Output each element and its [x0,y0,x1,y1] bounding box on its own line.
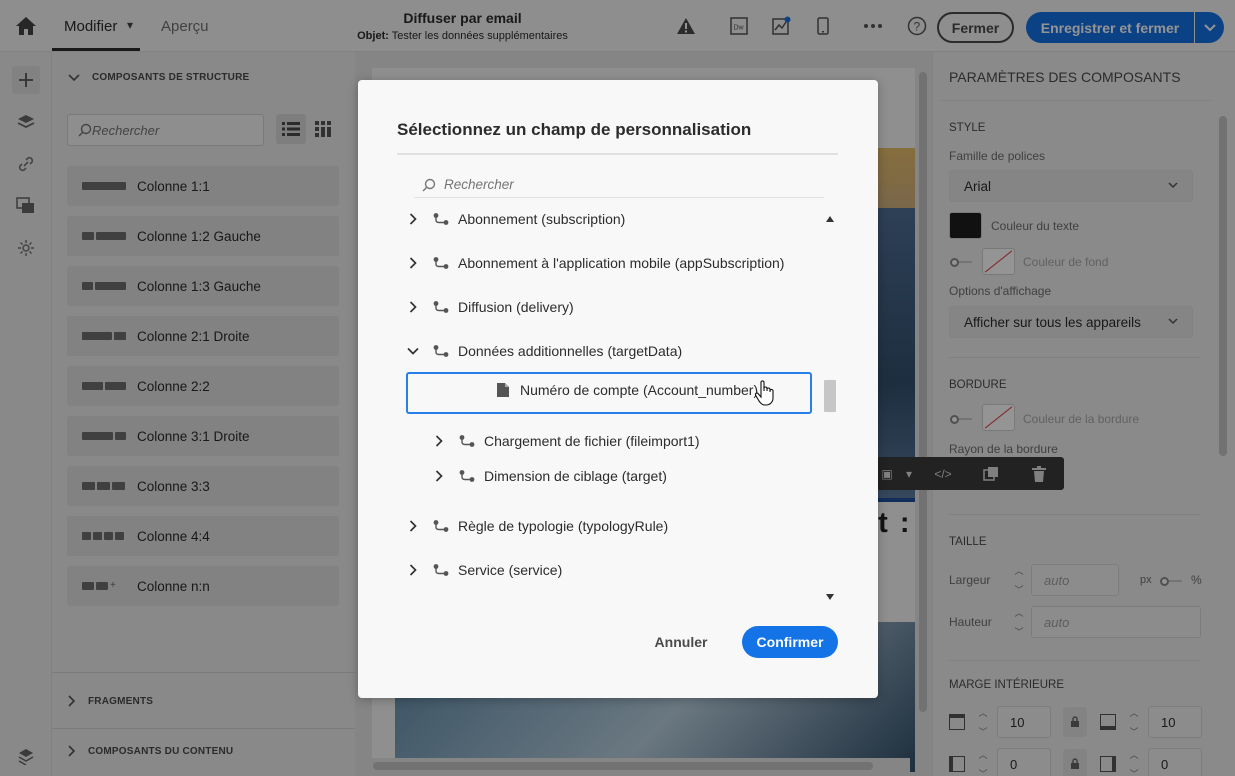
tree-item-label: Règle de typologie (typologyRule) [458,518,669,534]
link-icon [432,300,458,314]
tree-item-label: Données additionnelles (targetData) [458,343,683,359]
tree-item-label: Service (service) [458,562,563,578]
tree-item-label: Dimension de ciblage (target) [484,468,667,484]
tree-item-label: Chargement de fichier (fileimport1) [484,433,700,449]
link-icon [432,256,458,270]
personalization-field-dialog: Sélectionnez un champ de personnalisatio… [358,80,878,698]
chevron-right-icon[interactable] [406,256,420,270]
tree-node-item[interactable]: Abonnement (subscription) [406,204,625,234]
chevron-right-icon[interactable] [406,300,420,314]
scroll-up-icon[interactable] [826,216,834,222]
chevron-down-icon[interactable] [406,344,420,358]
cancel-button[interactable]: Annuler [650,626,712,658]
tree-field-item[interactable]: Numéro de compte (Account_number) [496,375,758,405]
tree-item-label: Diffusion (delivery) [458,299,574,315]
link-icon [432,344,458,358]
tree-node-item[interactable]: Règle de typologie (typologyRule) [406,511,668,541]
link-icon [458,434,484,448]
chevron-right-icon[interactable] [406,212,420,226]
tree-node-item[interactable]: Abonnement à l'application mobile (appSu… [406,248,784,278]
chevron-right-icon[interactable] [406,519,420,533]
link-icon [432,519,458,533]
confirm-button[interactable]: Confirmer [742,626,838,658]
field-search-input[interactable] [414,172,824,198]
tree-node-item[interactable]: Données additionnelles (targetData) [406,336,682,366]
link-icon [432,212,458,226]
tree-item-label: Abonnement (subscription) [458,211,626,227]
tree-node-item[interactable]: Diffusion (delivery) [406,292,574,322]
tree-item-label: Abonnement à l'application mobile (appSu… [458,255,785,271]
tree-node-item[interactable]: Chargement de fichier (fileimport1) [432,426,700,456]
search-icon [422,178,436,192]
tree-scrollbar[interactable] [822,214,838,604]
scroll-down-icon[interactable] [826,594,834,600]
chevron-right-icon[interactable] [406,563,420,577]
file-icon [496,382,520,398]
tree-node-item[interactable]: Dimension de ciblage (target) [432,461,667,491]
link-icon [458,469,484,483]
tree-node-item[interactable]: Service (service) [406,555,562,585]
dialog-title: Sélectionnez un champ de personnalisatio… [397,120,752,139]
chevron-right-icon[interactable] [432,469,446,483]
hand-cursor-icon [754,380,774,406]
tree-item-label: Numéro de compte (Account_number) [520,382,759,398]
scrollbar-thumb[interactable] [824,380,836,412]
link-icon [432,563,458,577]
divider [397,153,838,155]
chevron-right-icon[interactable] [432,434,446,448]
